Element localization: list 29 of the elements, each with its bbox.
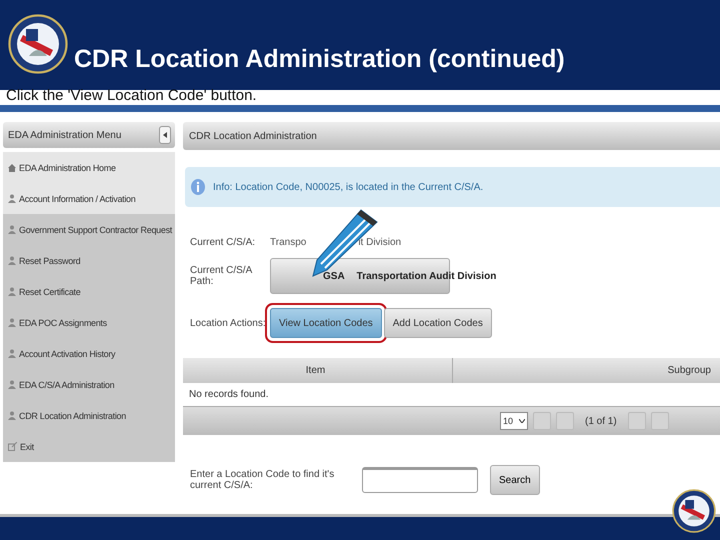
- column-header: Subgroup: [666, 364, 712, 378]
- menu-title: EDA Administration Menu: [8, 130, 122, 140]
- info-message: Info: Location Code, N00025, is located in the Current C/S/A.: [213, 182, 484, 192]
- breadcrumb[interactable]: GSA: [323, 270, 345, 282]
- column-header: Item: [183, 358, 453, 383]
- action-button[interactable]: Add Location Codes: [384, 308, 492, 338]
- field-label: Current C/S/A:: [190, 237, 256, 248]
- field-label: Current C/S/A Path:: [190, 265, 254, 287]
- menu-item[interactable]: EDA POC Assignments: [3, 307, 175, 338]
- page-size-select[interactable]: 10: [500, 412, 528, 430]
- menu-item[interactable]: Exit: [3, 431, 175, 462]
- menu-item[interactable]: Reset Password: [3, 245, 175, 276]
- search-button[interactable]: Search: [490, 465, 540, 495]
- page-info: (1 of 1): [585, 416, 617, 426]
- menu-item[interactable]: Reset Certificate: [3, 276, 175, 307]
- menu-item[interactable]: Government Support Contractor Request: [3, 214, 175, 245]
- slide-title: CDR Location Administration (continued): [74, 45, 565, 74]
- csa-value: Transpo: [270, 237, 306, 248]
- menu-item[interactable]: Account Information / Activation: [3, 183, 175, 214]
- instruction-text: Click the 'View Location Code' button.: [6, 87, 257, 105]
- lookup-label: Enter a Location Code to find it's current C/S/A:: [190, 469, 336, 491]
- breadcrumb[interactable]: Transportation Audit Division: [356, 270, 496, 282]
- panel-title: CDR Location Administration: [189, 130, 317, 142]
- field-label: Location Actions:: [190, 318, 267, 328]
- menu-item[interactable]: Account Activation History: [3, 338, 175, 369]
- menu-item[interactable]: EDA Administration Home: [3, 152, 175, 183]
- csa-value: it Division: [358, 237, 402, 248]
- menu-item[interactable]: CDR Location Administration: [3, 400, 175, 431]
- menu-item[interactable]: EDA C/S/A Administration: [3, 369, 175, 400]
